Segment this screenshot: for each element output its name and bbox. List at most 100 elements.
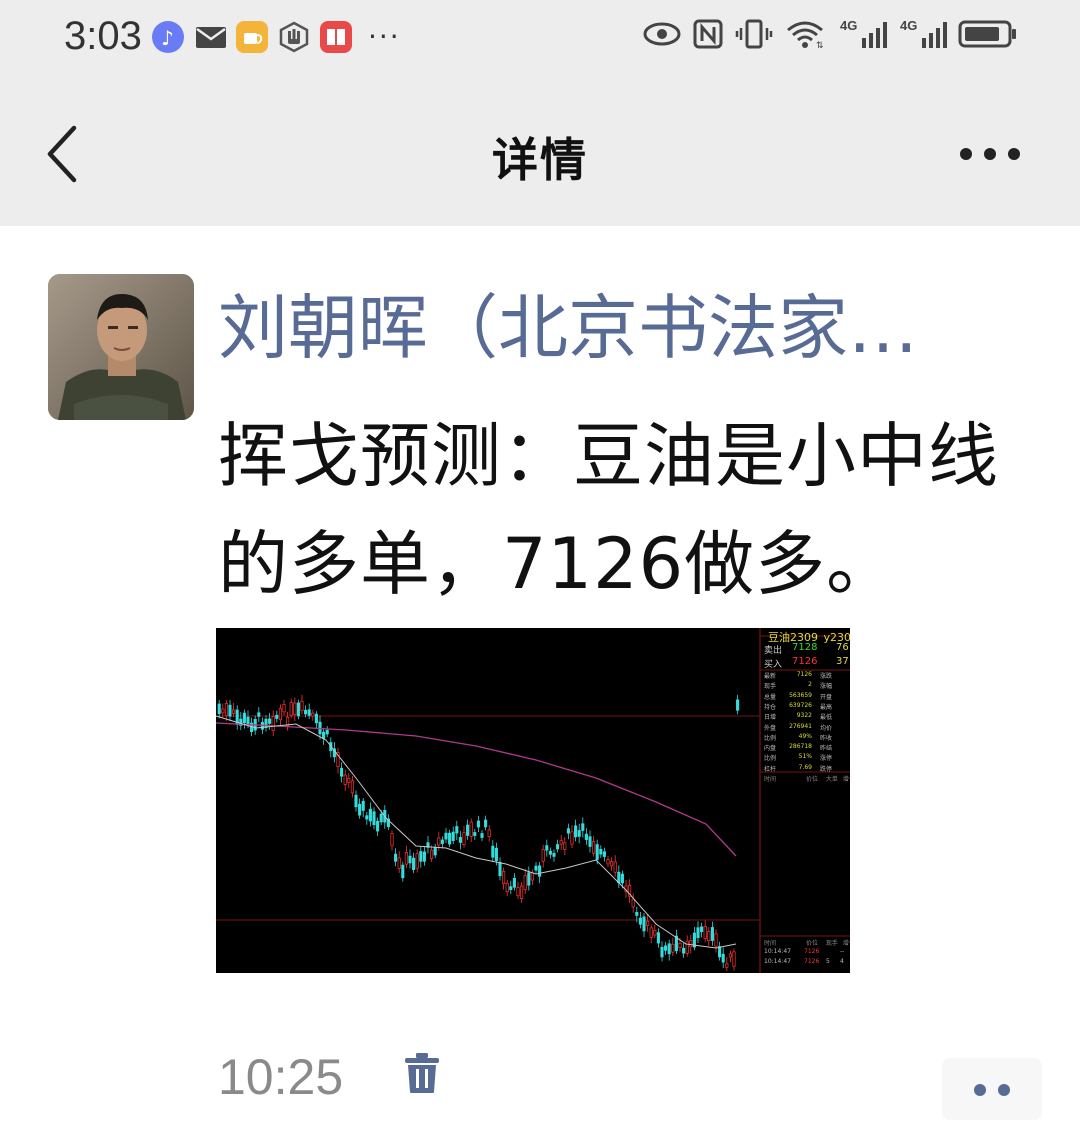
stat-value: 563659 bbox=[789, 691, 812, 699]
tick-header2-vol: 现手 bbox=[825, 940, 838, 947]
candle-body bbox=[574, 825, 578, 838]
candle-body bbox=[473, 832, 477, 836]
candle-body bbox=[361, 800, 365, 811]
candle-body bbox=[559, 840, 563, 845]
system-icons: ⇅ 4G 4G bbox=[642, 18, 1018, 50]
candle-body bbox=[217, 703, 221, 715]
candle-body bbox=[476, 820, 480, 828]
candle-body bbox=[606, 859, 610, 865]
stat-label: 持仓 bbox=[764, 703, 777, 711]
candle-body bbox=[271, 716, 275, 731]
signal-4g-icon: 4G bbox=[838, 18, 888, 50]
candle-body bbox=[343, 774, 347, 785]
candle-body bbox=[732, 951, 736, 967]
comment-like-dots-icon[interactable] bbox=[942, 1058, 1042, 1120]
more-horizontal-icon[interactable] bbox=[958, 144, 1022, 164]
battery-icon bbox=[958, 20, 1016, 48]
stat-row: 总量 563659 开盘 bbox=[764, 692, 850, 702]
candle-body bbox=[714, 933, 718, 947]
candle-body bbox=[257, 712, 261, 717]
candle-body bbox=[408, 855, 412, 864]
candle-body bbox=[264, 718, 268, 728]
stat-label: 杠杆 bbox=[764, 765, 777, 773]
stat-value: 49% bbox=[798, 732, 812, 740]
candle-body bbox=[354, 794, 358, 808]
author-name-link[interactable]: 刘朝晖（北京书法家… bbox=[218, 285, 978, 371]
candle-body bbox=[365, 815, 369, 820]
candle-body bbox=[368, 808, 372, 822]
candle-body bbox=[448, 832, 452, 845]
post-text: 挥戈预测：豆油是小中线的多单，7126做多。 bbox=[218, 415, 999, 605]
candle-body bbox=[556, 844, 560, 850]
candle-body bbox=[664, 945, 668, 951]
mail-icon bbox=[194, 21, 226, 53]
candle-body bbox=[440, 839, 444, 844]
avatar[interactable] bbox=[48, 274, 194, 420]
buy-volume: 37 bbox=[836, 656, 849, 667]
tick-cell: 7126 bbox=[804, 958, 820, 965]
candle-body bbox=[527, 872, 531, 886]
music-app-icon: ♪ bbox=[152, 20, 184, 53]
tick-cell: 4 bbox=[840, 958, 844, 965]
candle-body bbox=[376, 820, 380, 832]
candle-body bbox=[462, 832, 466, 846]
stat-label-2: 均价 bbox=[820, 724, 833, 732]
tick-header2-time: 时间 bbox=[764, 940, 777, 947]
status-bar: 3:03 ♪ ··· ⇅ 4G 4G bbox=[0, 0, 1080, 80]
stat-value: 7126 bbox=[796, 671, 812, 678]
candle-body bbox=[653, 930, 657, 936]
action-dot bbox=[974, 1084, 986, 1096]
candle-body bbox=[401, 864, 405, 879]
candle-body bbox=[700, 926, 704, 933]
candle-body bbox=[300, 700, 304, 712]
tick-header-oi: 增仓 bbox=[842, 776, 850, 783]
candle-body bbox=[671, 943, 675, 953]
candle-body bbox=[620, 873, 624, 884]
candle-body bbox=[347, 778, 351, 783]
candle-body bbox=[484, 819, 488, 828]
candle-body bbox=[577, 830, 581, 837]
tick-header-2: 时间 价位 现手 增仓 bbox=[764, 938, 850, 947]
candle-body bbox=[512, 877, 516, 888]
vibrate-icon bbox=[735, 19, 773, 49]
candle-body bbox=[307, 709, 311, 716]
candle-body bbox=[610, 861, 614, 867]
candle-body bbox=[667, 943, 671, 955]
stat-label-2: 涨停 bbox=[820, 755, 833, 763]
candle-body bbox=[278, 708, 282, 721]
candle-body bbox=[545, 845, 549, 851]
candle-body bbox=[563, 842, 567, 850]
post-image-kline-chart[interactable]: 豆油2309 y2309 卖出 7128 76 买入 7126 37 最新712… bbox=[216, 628, 850, 973]
candle-body bbox=[642, 916, 646, 932]
tick-cell: 10:14:47 bbox=[764, 958, 791, 965]
sell-price: 7128 bbox=[792, 642, 818, 653]
trash-icon[interactable] bbox=[404, 1052, 440, 1094]
candle-body bbox=[455, 826, 459, 834]
stat-row: 现手 2 涨幅 bbox=[764, 681, 850, 691]
sell-label: 卖出 bbox=[764, 646, 783, 656]
candle-body bbox=[246, 716, 250, 725]
candle-body bbox=[617, 871, 621, 884]
candle-body bbox=[721, 953, 725, 963]
candle-body bbox=[689, 940, 693, 948]
buy-label: 买入 bbox=[764, 660, 783, 670]
tick-header2-oi: 增仓 bbox=[842, 940, 850, 947]
notification-icons: ♪ ··· bbox=[152, 20, 401, 53]
tick-header: 时间 价位 大单 增仓 bbox=[764, 774, 850, 783]
candle-body bbox=[289, 702, 293, 716]
svg-text:♪: ♪ bbox=[161, 26, 174, 50]
signal-4g-icon: 4G bbox=[898, 18, 948, 50]
candle-body bbox=[397, 857, 401, 869]
coffee-app-icon bbox=[236, 20, 268, 53]
stat-label-2: 开盘 bbox=[820, 693, 833, 701]
candle-body bbox=[466, 824, 470, 836]
candle-body bbox=[534, 865, 538, 871]
more-notifications: ··· bbox=[368, 20, 401, 53]
tick-cell: -- bbox=[840, 948, 845, 955]
candle-body bbox=[275, 714, 279, 719]
candle-body bbox=[538, 865, 542, 877]
stat-row: 持仓 639726 最高 bbox=[764, 702, 850, 712]
candle-body bbox=[635, 912, 639, 916]
candle-body bbox=[646, 920, 650, 926]
candle-body bbox=[350, 780, 354, 794]
